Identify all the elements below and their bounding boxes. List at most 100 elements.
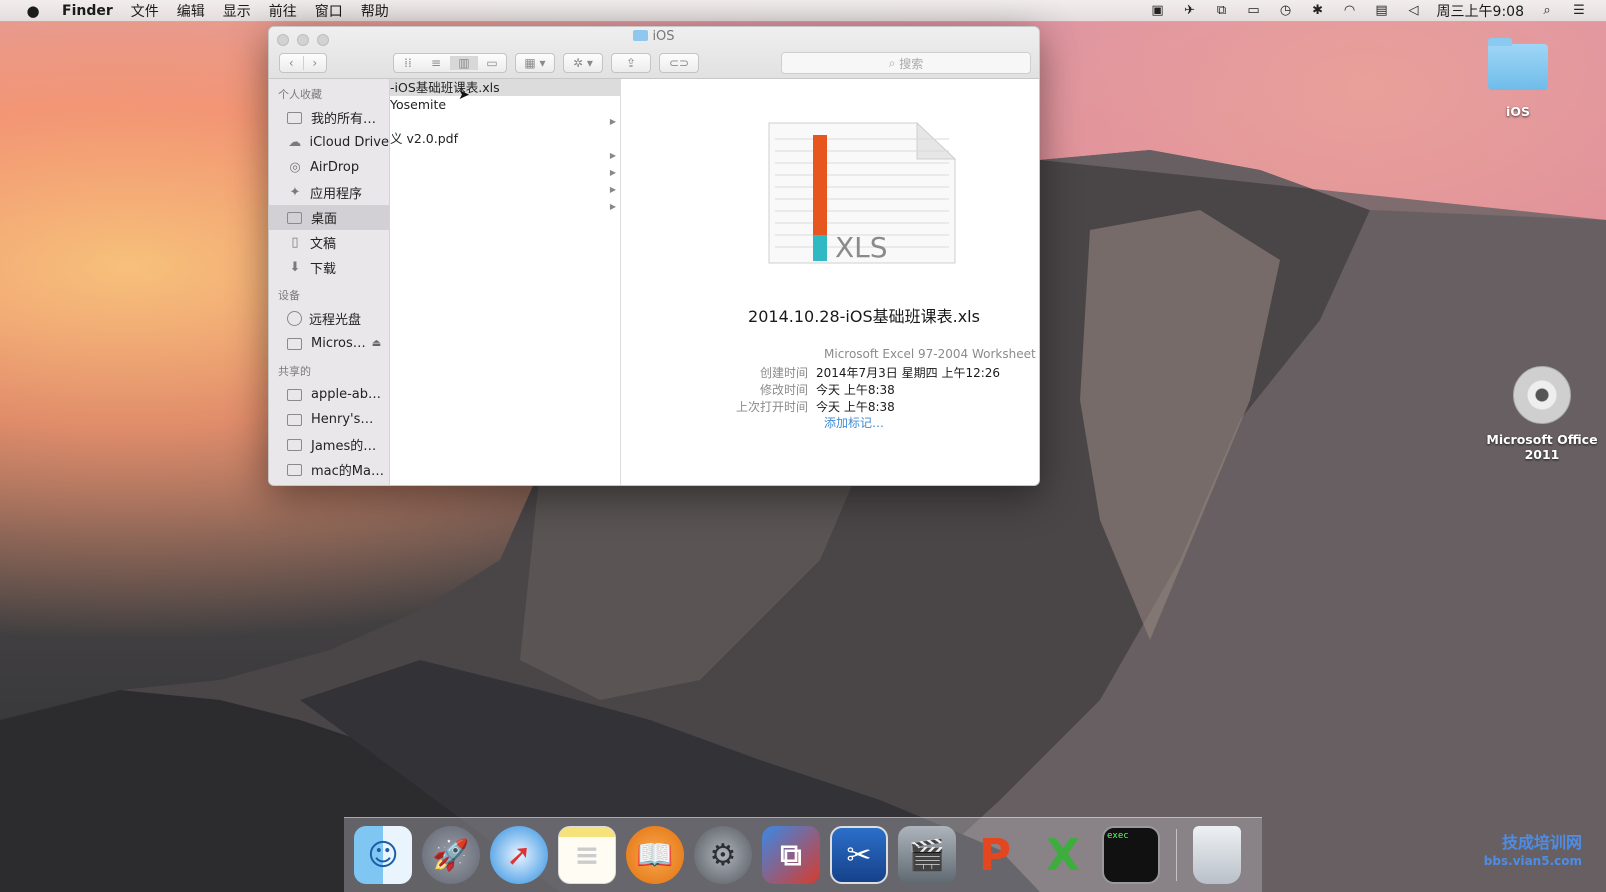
created-row: 创建时间 2014年7月3日 星期四 上午12:26 bbox=[621, 364, 1039, 381]
sidebar-item-applications[interactable]: ✦ 应用程序 bbox=[269, 180, 389, 205]
sidebar-item-label: 远程光盘 bbox=[309, 313, 362, 328]
tag-button[interactable]: ⊂⊃ bbox=[659, 53, 699, 73]
volume-icon[interactable]: ◁ bbox=[1405, 3, 1423, 18]
remote-desktop-icon[interactable]: ⧉ bbox=[762, 826, 820, 884]
finder-toolbar: iOS ‹ › ⁞⁞ ≡ ▥ ▭ ▦ ▾ ✲ ▾ ⇪ ⊂⊃ ⌕ 搜索 bbox=[269, 27, 1039, 79]
chevron-right-icon: ▶ bbox=[609, 151, 616, 160]
opened-value: 今天 上午8:38 bbox=[816, 400, 895, 414]
plane-icon[interactable]: ✈ bbox=[1181, 3, 1199, 18]
sidebar-item-label: AirDrop bbox=[310, 160, 360, 175]
chevron-right-icon[interactable]: › bbox=[304, 56, 327, 70]
desktop-disc-microsoft-office[interactable]: Microsoft Office 2011 bbox=[1484, 366, 1600, 462]
chevron-right-icon: ▶ bbox=[609, 168, 616, 177]
sidebar-item-desktop[interactable]: 桌面 bbox=[269, 205, 389, 230]
menu-go[interactable]: 前往 bbox=[269, 1, 297, 21]
status-menus: ▣ ✈ ⧉ ▭ ◷ ✱ ◠ ▤ ◁ 周三上午9:08 ⌕ ☰ bbox=[1149, 1, 1588, 21]
bluetooth-icon[interactable]: ✱ bbox=[1309, 3, 1327, 18]
sidebar-item-shared-apple[interactable]: apple-ab… bbox=[269, 382, 389, 407]
window-copy-icon[interactable]: ⧉ bbox=[1213, 3, 1231, 18]
sidebar-item-downloads[interactable]: ⬇ 下载 bbox=[269, 255, 389, 280]
photo-booth-icon[interactable]: 🎬 bbox=[898, 826, 956, 884]
tag-icon: ⊂⊃ bbox=[668, 56, 690, 70]
spotlight-search-icon[interactable]: ⌕ bbox=[1538, 3, 1556, 18]
menu-app-name[interactable]: Finder bbox=[62, 3, 113, 19]
list-item[interactable]: -iOS基础班课表.xls bbox=[390, 79, 620, 96]
menu-window[interactable]: 窗口 bbox=[315, 1, 343, 21]
list-item[interactable]: ▶ bbox=[390, 181, 620, 198]
menu-help[interactable]: 帮助 bbox=[361, 1, 389, 21]
list-item[interactable]: ▶ bbox=[390, 198, 620, 215]
search-field[interactable]: ⌕ 搜索 bbox=[781, 52, 1031, 74]
sidebar-item-microsoft-office[interactable]: Micros… ⏏ bbox=[269, 331, 389, 356]
wifi-icon[interactable]: ◠ bbox=[1341, 3, 1359, 18]
modified-value: 今天 上午8:38 bbox=[816, 383, 895, 397]
menu-file[interactable]: 文件 bbox=[131, 1, 159, 21]
time-machine-icon[interactable]: ◷ bbox=[1277, 3, 1295, 18]
search-icon: ⌕ bbox=[888, 55, 900, 70]
sidebar-item-airdrop[interactable]: ◎ AirDrop bbox=[269, 155, 389, 180]
excel-icon[interactable]: X bbox=[1034, 826, 1092, 884]
menu-view[interactable]: 显示 bbox=[223, 1, 251, 21]
terminal-icon[interactable]: exec bbox=[1102, 826, 1160, 884]
safari-icon[interactable]: ➚ bbox=[490, 826, 548, 884]
sidebar-item-remote-disc[interactable]: 远程光盘 bbox=[269, 306, 389, 331]
share-button[interactable]: ⇪ bbox=[611, 53, 651, 73]
menu-clock[interactable]: 周三上午9:08 bbox=[1437, 1, 1524, 21]
sidebar-item-shared-mac[interactable]: mac的Ma… bbox=[269, 457, 389, 482]
screen-record-icon[interactable]: ▣ bbox=[1149, 3, 1167, 18]
dock: ☺ 🚀 ➚ ≡ 📖 ⚙ ⧉ ✂ 🎬 P X exec bbox=[344, 817, 1262, 892]
powerpoint-icon[interactable]: P bbox=[966, 826, 1024, 884]
desktop-icon bbox=[287, 211, 302, 224]
list-view-icon[interactable]: ≡ bbox=[422, 56, 450, 70]
list-item[interactable]: 义 v2.0.pdf bbox=[390, 130, 620, 147]
preview-file-kind: Microsoft Excel 97-2004 Worksheet bbox=[824, 347, 1036, 361]
sidebar-item-shared-henry[interactable]: Henry's… bbox=[269, 407, 389, 432]
finder-icon[interactable]: ☺ bbox=[354, 826, 412, 884]
column-view-icon[interactable]: ▥ bbox=[450, 56, 478, 70]
opened-label: 上次打开时间 bbox=[735, 400, 808, 414]
screenshot-scissors-icon[interactable]: ✂ bbox=[830, 826, 888, 884]
chevron-right-icon: ▶ bbox=[609, 117, 616, 126]
sidebar-item-icloud[interactable]: ☁ iCloud Drive bbox=[269, 130, 389, 155]
desktop-icon-label: iOS bbox=[1506, 104, 1530, 119]
desktop-folder-ios[interactable]: iOS bbox=[1478, 38, 1558, 119]
trash-icon[interactable] bbox=[1193, 826, 1241, 884]
sidebar-item-documents[interactable]: ▯ 文稿 bbox=[269, 230, 389, 255]
finder-window: iOS ‹ › ⁞⁞ ≡ ▥ ▭ ▦ ▾ ✲ ▾ ⇪ ⊂⊃ ⌕ 搜索 个人收藏 … bbox=[268, 26, 1040, 486]
chevron-left-icon[interactable]: ‹ bbox=[280, 56, 304, 70]
cloud-icon: ☁ bbox=[288, 135, 302, 150]
list-item[interactable]: Yosemite bbox=[390, 96, 620, 113]
icon-view-icon[interactable]: ⁞⁞ bbox=[394, 56, 422, 70]
action-gear-button[interactable]: ✲ ▾ bbox=[563, 53, 603, 73]
display-mirror-icon[interactable]: ▭ bbox=[1245, 3, 1263, 18]
sidebar-item-label: Micros… bbox=[311, 336, 366, 351]
back-forward-buttons[interactable]: ‹ › bbox=[279, 53, 327, 73]
chevron-right-icon: ▶ bbox=[609, 202, 616, 211]
sidebar-item-shared-james[interactable]: James的… bbox=[269, 432, 389, 457]
list-item[interactable]: ▶ bbox=[390, 147, 620, 164]
sidebar-item-label: apple-ab… bbox=[311, 387, 381, 402]
modified-label: 修改时间 bbox=[759, 383, 808, 397]
apple-menu-icon[interactable]: ● bbox=[24, 2, 42, 20]
notes-icon[interactable]: ≡ bbox=[558, 826, 616, 884]
flag-input-icon[interactable]: ▤ bbox=[1373, 3, 1391, 18]
ibooks-icon[interactable]: 📖 bbox=[626, 826, 684, 884]
window-title-text: iOS bbox=[652, 29, 675, 44]
sidebar-item-all-files[interactable]: 我的所有… bbox=[269, 105, 389, 130]
list-item[interactable]: ▶ bbox=[390, 164, 620, 181]
folder-icon bbox=[1488, 38, 1548, 90]
menu-edit[interactable]: 编辑 bbox=[177, 1, 205, 21]
sidebar-item-label: 文稿 bbox=[310, 237, 337, 252]
eject-icon[interactable]: ⏏ bbox=[372, 338, 381, 349]
watermark: 技成培训网 bbs.vian5.com bbox=[1484, 834, 1582, 870]
gear-icon: ✲ ▾ bbox=[573, 56, 593, 70]
terminal-text: exec bbox=[1107, 831, 1129, 841]
list-item[interactable]: ▶ bbox=[390, 113, 620, 130]
arrange-button[interactable]: ▦ ▾ bbox=[515, 53, 555, 73]
system-preferences-icon[interactable]: ⚙ bbox=[694, 826, 752, 884]
launchpad-icon[interactable]: 🚀 bbox=[422, 826, 480, 884]
notification-center-icon[interactable]: ☰ bbox=[1570, 3, 1588, 18]
add-tags-link[interactable]: 添加标记… bbox=[824, 414, 884, 431]
cover-flow-icon[interactable]: ▭ bbox=[478, 56, 506, 70]
list-item-label: -iOS基础班课表.xls bbox=[390, 80, 500, 95]
